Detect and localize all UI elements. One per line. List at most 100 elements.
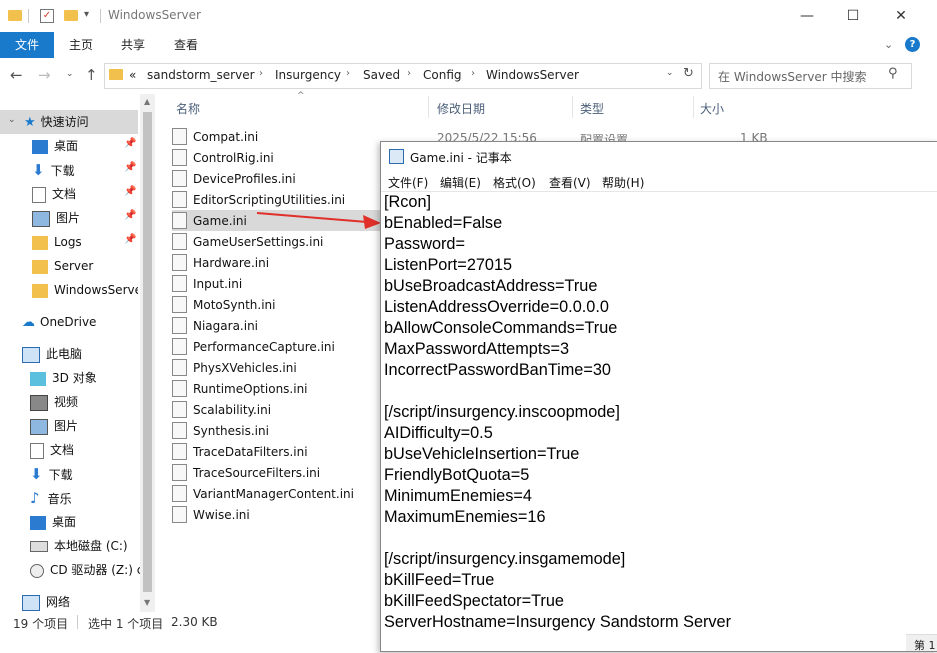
file-item[interactable]: RuntimeOptions.ini xyxy=(172,379,372,400)
pin-icon[interactable]: 📌 xyxy=(124,162,136,173)
tab-home[interactable]: 主页 xyxy=(58,32,104,58)
close-icon[interactable]: ✕ xyxy=(878,0,924,32)
chevron-right-icon[interactable]: › xyxy=(259,68,263,79)
chevron-down-icon[interactable]: ⌄ xyxy=(8,115,16,125)
divider xyxy=(100,9,101,23)
file-item[interactable]: DeviceProfiles.ini xyxy=(172,169,372,190)
expand-ribbon-icon[interactable]: ⌄ xyxy=(884,38,893,51)
notepad-line: bUseBroadcastAddress=True xyxy=(384,277,598,295)
pictures-icon xyxy=(30,418,48,435)
file-item[interactable]: PerformanceCapture.ini xyxy=(172,337,372,358)
column-header-date[interactable]: 修改日期 xyxy=(437,100,485,117)
tab-view[interactable]: 查看 xyxy=(163,32,209,58)
tab-file[interactable]: 文件 xyxy=(0,32,54,58)
file-item[interactable]: Wwise.ini xyxy=(172,505,372,526)
address-dropdown-icon[interactable]: ⌄ xyxy=(666,68,674,78)
ini-file-icon xyxy=(172,149,187,166)
notepad-line: ServerHostname=Insurgency Sandstorm Serv… xyxy=(384,613,732,631)
file-item[interactable]: Hardware.ini xyxy=(172,253,372,274)
divider xyxy=(28,9,29,23)
notepad-title: Game.ini - 记事本 xyxy=(410,151,512,165)
customize-qat-icon[interactable]: ▾ xyxy=(84,9,89,20)
pictures-icon xyxy=(32,210,50,227)
sidebar-scroll-thumb[interactable] xyxy=(143,112,152,592)
recent-locations-icon[interactable]: ⌄ xyxy=(66,69,74,79)
file-item[interactable]: PhysXVehicles.ini xyxy=(172,358,372,379)
sidebar-item-cd-drive[interactable]: CD 驱动器 (Z:) c xyxy=(30,558,142,582)
new-folder-icon[interactable] xyxy=(64,10,78,21)
file-item[interactable]: Input.ini xyxy=(172,274,372,295)
menu-file[interactable]: 文件(F) xyxy=(388,174,428,191)
ini-file-icon xyxy=(172,422,187,439)
pin-icon[interactable]: 📌 xyxy=(124,210,136,221)
help-icon[interactable]: ? xyxy=(905,37,920,52)
column-header-name[interactable]: 名称 xyxy=(176,100,200,117)
notepad-line: MinimumEnemies=4 xyxy=(384,487,532,505)
maximize-icon[interactable]: ☐ xyxy=(830,0,876,32)
up-icon[interactable]: ↑ xyxy=(85,66,98,84)
notepad-line: bEnabled=False xyxy=(384,214,503,232)
file-item[interactable]: TraceSourceFilters.ini xyxy=(172,463,372,484)
breadcrumb-overflow[interactable]: « xyxy=(129,68,136,82)
scroll-down-icon[interactable]: ▼ xyxy=(144,598,150,607)
ini-file-icon xyxy=(172,401,187,418)
document-icon xyxy=(30,442,44,459)
notepad-line: [Rcon] xyxy=(384,193,432,211)
column-header-size[interactable]: 大小 xyxy=(700,100,724,117)
tab-share[interactable]: 共享 xyxy=(110,32,156,58)
breadcrumb-insurgency[interactable]: Insurgency xyxy=(275,68,341,82)
breadcrumb-sandstorm-server[interactable]: sandstorm_server xyxy=(147,68,255,82)
file-item[interactable]: TraceDataFilters.ini xyxy=(172,442,372,463)
pin-icon[interactable]: 📌 xyxy=(124,138,136,149)
menu-format[interactable]: 格式(O) xyxy=(493,174,536,191)
breadcrumb-config[interactable]: Config xyxy=(423,68,462,82)
menu-view[interactable]: 查看(V) xyxy=(549,174,591,191)
menu-help[interactable]: 帮助(H) xyxy=(602,174,644,191)
cd-drive-icon xyxy=(30,563,44,578)
file-item[interactable]: Scalability.ini xyxy=(172,400,372,421)
properties-icon[interactable]: ✓ xyxy=(40,9,54,23)
ini-file-icon xyxy=(172,212,187,229)
file-item[interactable]: Niagara.ini xyxy=(172,316,372,337)
notepad-line: Password= xyxy=(384,235,465,253)
computer-icon xyxy=(22,346,40,363)
minimize-icon[interactable]: — xyxy=(784,0,830,32)
scroll-up-icon[interactable]: ▲ xyxy=(144,97,150,106)
sidebar-item-windowsserver[interactable]: WindowsServe xyxy=(32,278,138,302)
file-item[interactable]: EditorScriptingUtilities.ini xyxy=(172,190,372,211)
chevron-right-icon[interactable]: › xyxy=(346,68,350,79)
folder-icon xyxy=(32,283,48,298)
notepad-icon xyxy=(389,149,404,164)
forward-icon[interactable]: → xyxy=(38,66,51,84)
column-divider[interactable] xyxy=(572,96,573,118)
search-icon[interactable]: ⚲ xyxy=(888,66,898,81)
search-placeholder: 在 WindowsServer 中搜索 xyxy=(718,70,867,84)
refresh-icon[interactable]: ↻ xyxy=(683,66,694,81)
pin-icon[interactable]: 📌 xyxy=(124,186,136,197)
ini-file-icon xyxy=(172,296,187,313)
file-item[interactable]: ControlRig.ini xyxy=(172,148,372,169)
breadcrumb-windowsserver[interactable]: WindowsServer xyxy=(486,68,579,82)
chevron-right-icon[interactable]: › xyxy=(407,68,411,79)
pin-icon[interactable]: 📌 xyxy=(124,234,136,245)
back-icon[interactable]: ← xyxy=(10,66,23,84)
desktop-icon xyxy=(30,515,46,530)
breadcrumb-saved[interactable]: Saved xyxy=(363,68,400,82)
file-item[interactable]: Synthesis.ini xyxy=(172,421,372,442)
status-item-count: 19 个项目 xyxy=(13,617,69,631)
column-header-type[interactable]: 类型 xyxy=(580,100,604,117)
notepad-line: bKillFeedSpectator=True xyxy=(384,592,564,610)
file-item[interactable]: GameUserSettings.ini xyxy=(172,232,372,253)
column-divider[interactable] xyxy=(693,96,694,118)
file-item[interactable]: VariantManagerContent.ini xyxy=(172,484,372,505)
chevron-right-icon[interactable]: › xyxy=(471,68,475,79)
ini-file-icon xyxy=(172,191,187,208)
ini-file-icon xyxy=(172,464,187,481)
file-item[interactable]: MotoSynth.ini xyxy=(172,295,372,316)
ini-file-icon xyxy=(172,317,187,334)
sort-ascending-icon: ^ xyxy=(297,91,305,101)
file-item[interactable]: Compat.ini xyxy=(172,127,372,148)
column-divider[interactable] xyxy=(428,96,429,118)
notepad-text-area[interactable]: [Rcon] bEnabled=False Password= ListenPort=… xyxy=(384,192,934,633)
menu-edit[interactable]: 编辑(E) xyxy=(440,174,481,191)
